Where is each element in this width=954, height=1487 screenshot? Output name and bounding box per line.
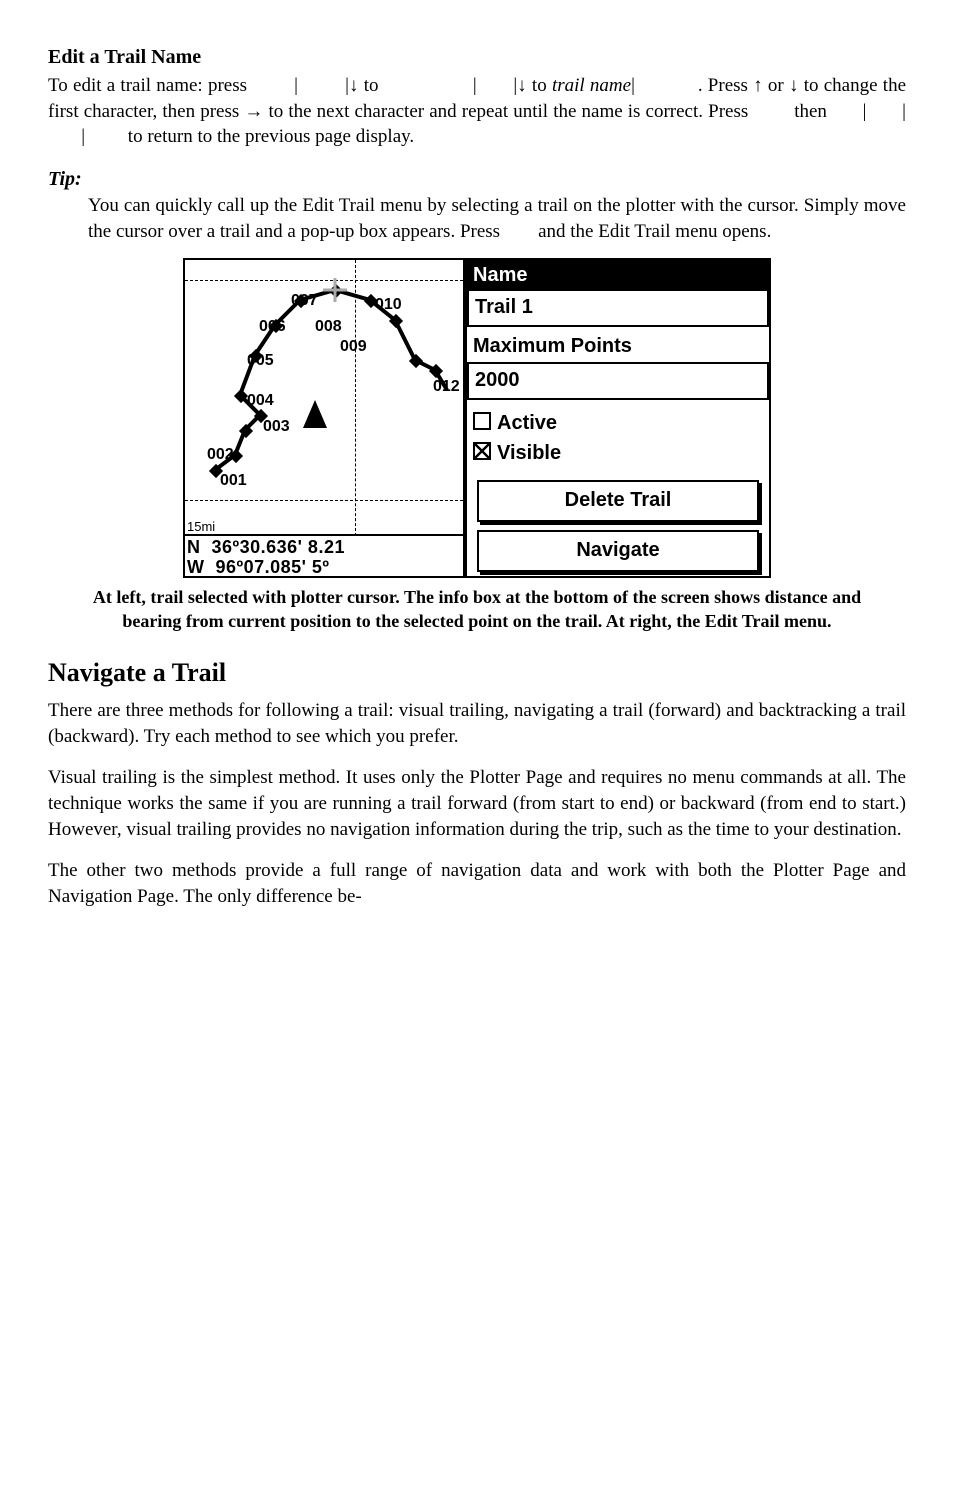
- waypoint-label: 006: [259, 318, 286, 336]
- waypoint-label: 008: [315, 318, 342, 336]
- trail-path-graphic: [185, 260, 465, 538]
- waypoint-label: 010: [375, 296, 402, 314]
- waypoint-label: 002: [207, 446, 234, 464]
- waypoint-label: 001: [220, 472, 247, 490]
- waypoint-label: 004: [247, 392, 274, 410]
- visible-checkbox[interactable]: Visible: [473, 438, 763, 468]
- nav-paragraph-3: The other two methods provide a full ran…: [48, 858, 906, 909]
- checkbox-checked-icon: [473, 442, 491, 460]
- name-field-value[interactable]: Trail 1: [467, 291, 769, 327]
- figure-row: 001 002 003 004 005 006 007 008 009 010 …: [48, 258, 906, 578]
- waypoint-label: 009: [340, 338, 367, 356]
- waypoint-label: 005: [247, 352, 274, 370]
- edit-trail-menu: Name Trail 1 Maximum Points 2000 Active …: [465, 258, 771, 578]
- waypoint-label: 007: [291, 292, 318, 310]
- plotter-scale: 15mi: [187, 519, 215, 534]
- max-points-label: Maximum Points: [467, 331, 769, 364]
- edit-trail-heading: Edit a Trail Name: [48, 44, 906, 71]
- figure-caption: At left, trail selected with plotter cur…: [72, 586, 882, 633]
- tip-body: You can quickly call up the Edit Trail m…: [88, 193, 906, 244]
- nav-paragraph-2: Visual trailing is the simplest method. …: [48, 765, 906, 842]
- checkbox-icon: [473, 412, 491, 430]
- navigate-button[interactable]: Navigate: [477, 530, 759, 572]
- waypoint-label: 012: [433, 378, 460, 396]
- coordinate-box: N 36º30.636' 8.21 W 96º07.085' 5º: [185, 534, 463, 576]
- active-checkbox[interactable]: Active: [473, 408, 763, 438]
- name-field-label: Name: [467, 260, 769, 291]
- delete-trail-button[interactable]: Delete Trail: [477, 480, 759, 522]
- max-points-value[interactable]: 2000: [467, 364, 769, 400]
- nav-paragraph-1: There are three methods for following a …: [48, 698, 906, 749]
- plotter-screenshot: 001 002 003 004 005 006 007 008 009 010 …: [183, 258, 465, 578]
- edit-trail-instructions: To edit a trail name: press | |↓ to | |↓…: [48, 73, 906, 150]
- navigate-trail-heading: Navigate a Trail: [48, 655, 906, 690]
- waypoint-label: 003: [263, 418, 290, 436]
- tip-label: Tip:: [48, 166, 906, 193]
